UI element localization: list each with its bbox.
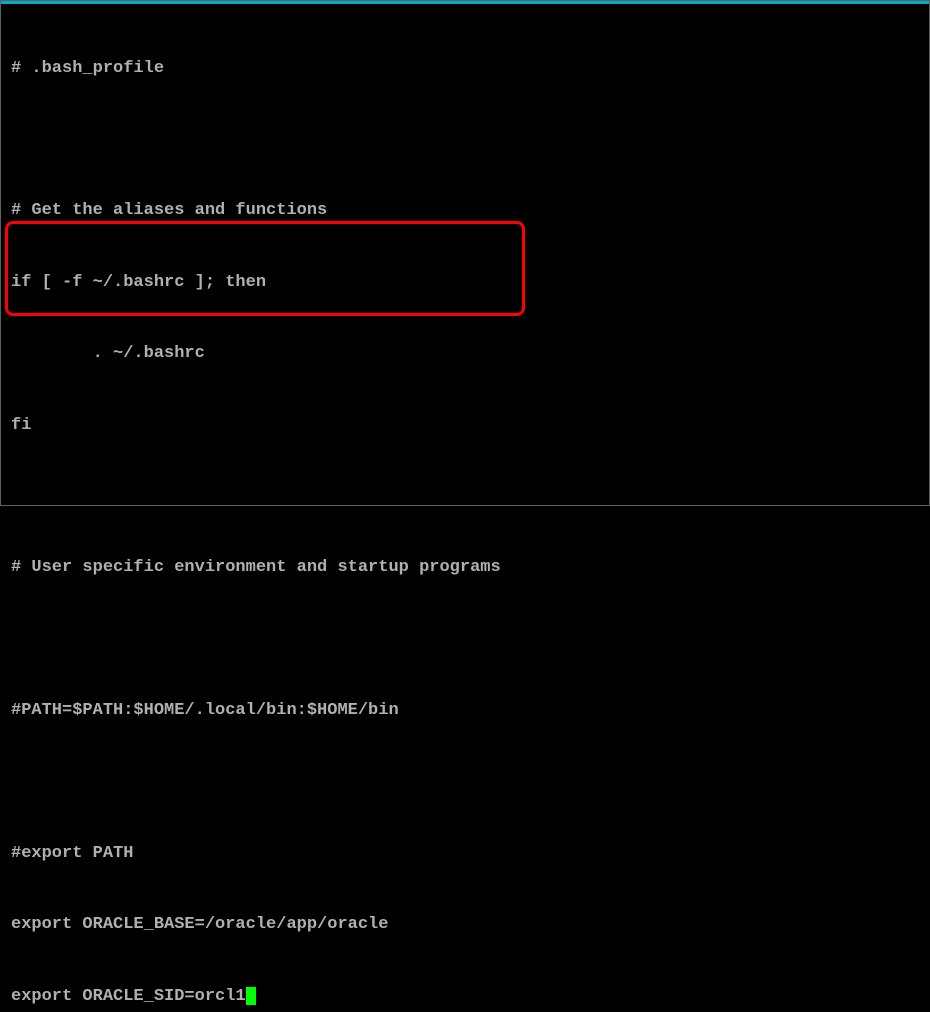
code-line: # .bash_profile	[11, 57, 919, 81]
code-line: if [ -f ~/.bashrc ]; then	[11, 271, 919, 295]
code-line: #PATH=$PATH:$HOME/.local/bin:$HOME/bin	[11, 699, 919, 723]
code-line: fi	[11, 414, 919, 438]
code-line	[11, 771, 919, 795]
code-line: # User specific environment and startup …	[11, 556, 919, 580]
code-line	[11, 628, 919, 652]
code-line-cursor: export ORACLE_SID=orcl1	[11, 985, 919, 1009]
code-line	[11, 485, 919, 509]
code-text: export ORACLE_SID=orcl1	[11, 987, 246, 1006]
code-line: . ~/.bashrc	[11, 342, 919, 366]
terminal-editor[interactable]: # .bash_profile # Get the aliases and fu…	[11, 9, 919, 1012]
window-top-accent	[1, 1, 929, 4]
code-line	[11, 128, 919, 152]
code-line: export ORACLE_BASE=/oracle/app/oracle	[11, 913, 919, 937]
code-line: # Get the aliases and functions	[11, 199, 919, 223]
text-cursor	[246, 987, 256, 1005]
code-line: #export PATH	[11, 842, 919, 866]
